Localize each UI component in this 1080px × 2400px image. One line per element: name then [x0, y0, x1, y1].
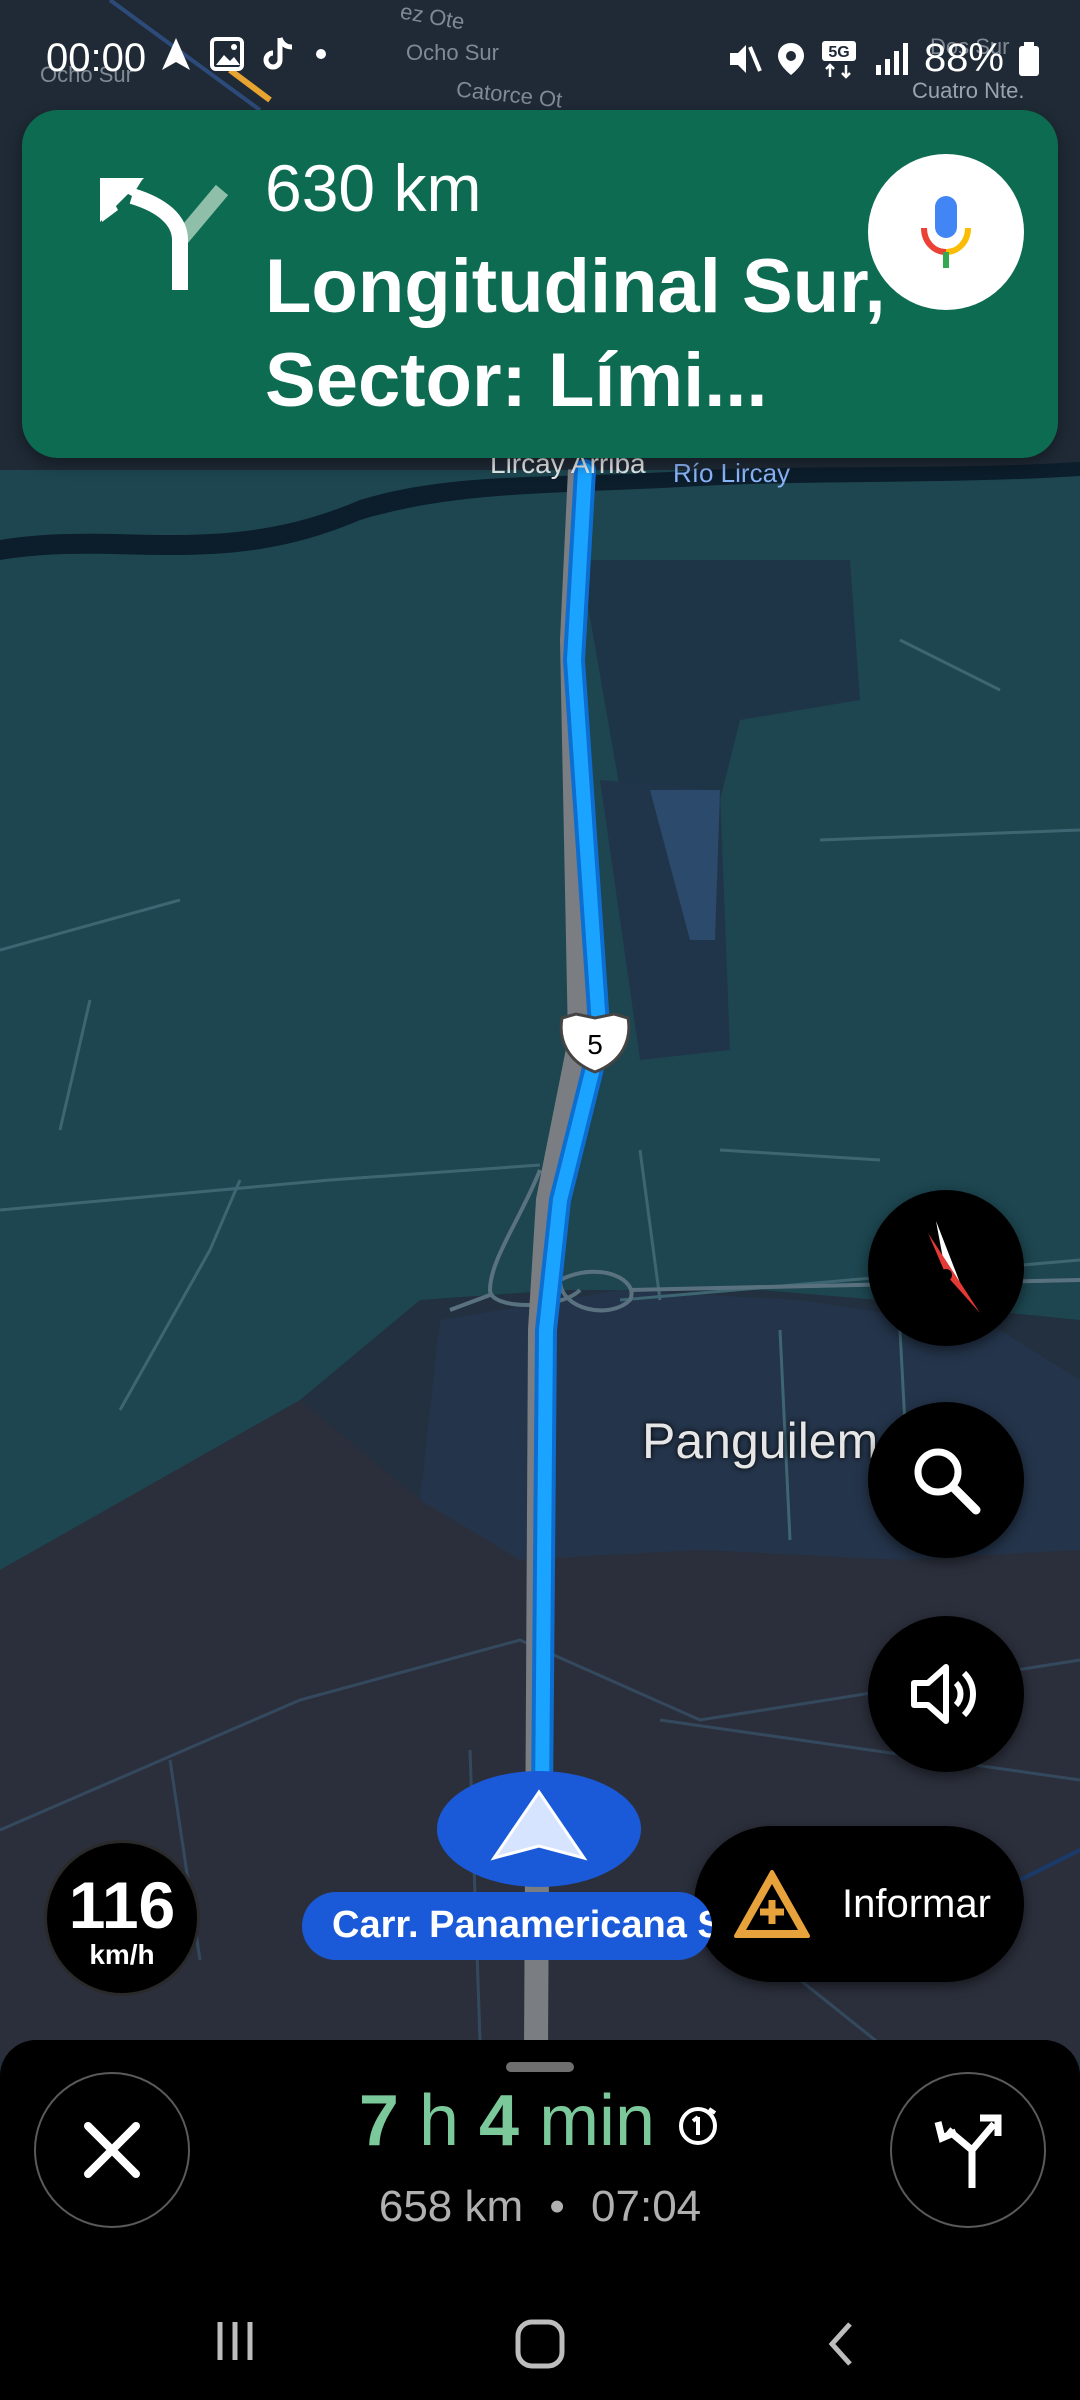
tiktok-icon — [263, 37, 293, 70]
search-icon — [914, 1448, 981, 1515]
slight-left-arrow-icon — [100, 178, 229, 290]
status-bar: 00:00 5G 88% — [0, 0, 1080, 120]
fuel-efficient-icon — [679, 2106, 718, 2145]
current-road-name: Carr. Panamericana S — [332, 1904, 712, 1946]
battery-percent: 88% — [923, 36, 1004, 80]
speedometer: 116 km/h — [44, 1840, 200, 1996]
maneuver-card[interactable]: 630 km Longitudinal Sur, Sector: Lími... — [22, 110, 1058, 458]
alternate-routes-button[interactable] — [890, 2072, 1046, 2228]
eta-min-label: min — [539, 2081, 656, 2161]
mute-icon — [729, 44, 762, 73]
system-nav-bar — [0, 2280, 1080, 2400]
sound-button[interactable] — [868, 1616, 1024, 1772]
highway-shield: 5 — [556, 1010, 634, 1076]
notification-dot-icon — [316, 49, 326, 59]
map-label-panguilemo: Panguilem — [642, 1413, 879, 1469]
status-left-icons — [160, 36, 328, 72]
trip-bottom-sheet[interactable]: 7 h 4 min 658 km • 07:04 — [0, 2040, 1080, 2280]
signal-strength-icon — [875, 42, 908, 75]
location-icon — [777, 42, 804, 75]
navigation-arrow-icon — [162, 38, 190, 70]
network-5g-icon: 5G — [821, 40, 856, 79]
microphone-icon — [921, 196, 971, 268]
route-fork-icon — [934, 2114, 1002, 2188]
back-icon[interactable] — [820, 2316, 860, 2372]
eta-minutes: 4 — [479, 2081, 520, 2161]
arrival-time: 07:04 — [591, 2182, 702, 2231]
speed-unit: km/h — [89, 1939, 155, 1970]
current-road-chip: Carr. Panamericana S — [302, 1892, 712, 1960]
speaker-icon — [911, 1664, 976, 1724]
eta-h-label: h — [418, 2081, 459, 2161]
status-right-icons: 5G 88% — [726, 36, 1040, 81]
speed-value: 116 — [68, 1868, 176, 1942]
map-label-rio-lircay: Río Lircay — [673, 458, 791, 488]
report-label: Informar — [842, 1881, 991, 1926]
eta-separator: • — [549, 2182, 565, 2231]
report-button[interactable]: Informar — [694, 1826, 1024, 1982]
eta-hours: 7 — [358, 2081, 399, 2161]
compass-icon — [928, 1221, 980, 1313]
sheet-drag-handle[interactable] — [506, 2062, 574, 2072]
maneuver-street: Longitudinal Sur, Sector: Lími... — [265, 244, 886, 423]
status-time: 00:00 — [46, 36, 147, 80]
report-warning-icon — [734, 1870, 810, 1938]
voice-search-button[interactable] — [868, 154, 1024, 310]
search-button[interactable] — [868, 1402, 1024, 1558]
vehicle-position-icon — [437, 1771, 641, 1887]
battery-icon — [1019, 41, 1039, 76]
network-5g-label: 5G — [828, 44, 849, 61]
home-icon[interactable] — [512, 2316, 568, 2372]
maneuver-distance: 630 km — [265, 151, 482, 225]
remaining-distance: 658 km — [378, 2182, 524, 2231]
gallery-icon — [210, 37, 244, 71]
compass-button[interactable] — [868, 1190, 1024, 1346]
recent-apps-icon[interactable] — [210, 2316, 260, 2366]
highway-shield-number: 5 — [587, 1029, 603, 1060]
